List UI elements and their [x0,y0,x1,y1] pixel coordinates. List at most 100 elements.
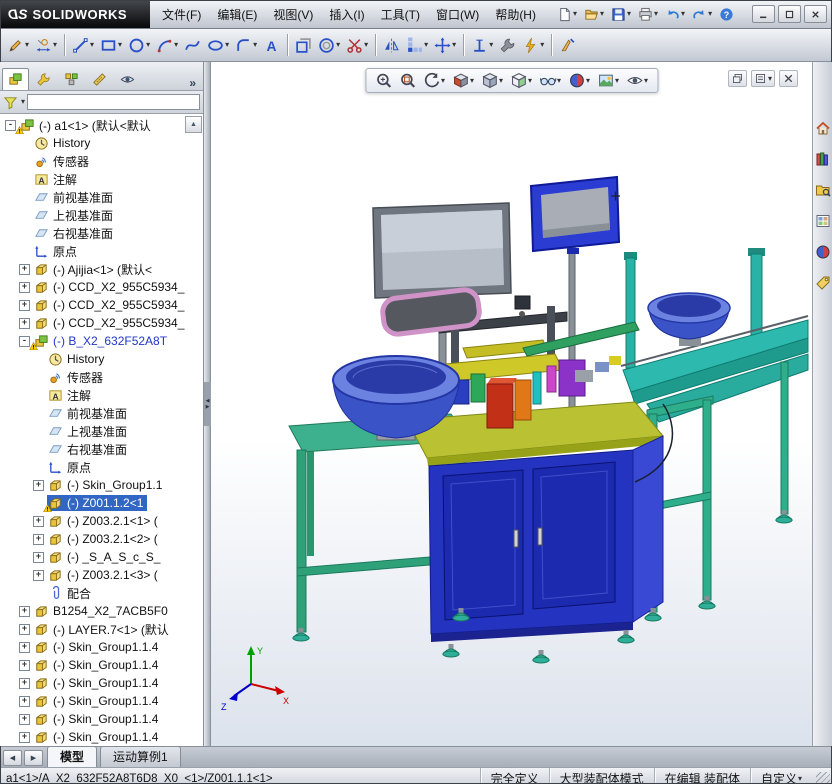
expand-toggle[interactable]: + [19,677,30,689]
expand-toggle[interactable]: + [19,281,30,293]
view-orientation-button[interactable]: ▾ [479,71,505,90]
expand-toggle[interactable]: + [19,713,30,725]
tree-item[interactable]: + (-) CCD_X2_955C5934_ [0,278,203,296]
tab-scroll-right-button[interactable]: ▶ [24,750,43,766]
line-button[interactable]: ▾ [69,31,97,59]
spline-button[interactable] [181,31,204,59]
move-entities-button[interactable]: ▾ [431,31,459,59]
expand-toggle[interactable]: + [19,695,30,707]
expand-toggle[interactable]: + [33,551,44,563]
tree-item[interactable]: + (-) CCD_X2_955C5934_ [0,296,203,314]
design-library-button[interactable] [815,151,831,170]
expand-toggle[interactable]: + [19,623,30,635]
convert-entities-button[interactable] [292,31,315,59]
tree-item[interactable]: + (-) Skin_Group1.1.4 [0,674,203,692]
rectangle-button[interactable]: ▾ [97,31,125,59]
help-button[interactable]: ? [716,2,737,26]
resources-home-button[interactable] [815,120,831,139]
tree-item[interactable]: 上视基准面 [0,422,203,440]
tree-item[interactable]: A 注解 [0,170,203,188]
expand-toggle[interactable]: + [19,659,30,671]
tree-item[interactable]: + (-) Skin_Group1.1.4 [0,728,203,746]
sketch-fillet-button[interactable]: ▾ [232,31,260,59]
tree-item[interactable]: + B1254_X2_7ACB5F0 [0,602,203,620]
splitter-handle-icon[interactable] [204,382,211,426]
menu-window[interactable]: 窗口(W) [428,3,487,26]
menu-edit[interactable]: 编辑(E) [209,3,265,26]
tree-item[interactable]: 原点 [0,242,203,260]
expand-toggle[interactable]: + [19,605,30,617]
filter-caret-icon[interactable]: ▾ [21,98,25,106]
trim-entities-button[interactable]: ▾ [343,31,371,59]
tree-item[interactable]: + (-) Z003.2.1<2> ( [0,530,203,548]
graphics-viewport[interactable]: ▾ ▾ ▾ ▾ ▾ ▾ ▾ ▾ ▾ Y X Z [211,62,812,746]
tree-item[interactable]: + (-) Skin_Group1.1.4 [0,710,203,728]
tree-item[interactable]: + (-) Z003.2.1<3> ( [0,566,203,584]
circle-button[interactable]: ▾ [125,31,153,59]
restore-document-button[interactable] [727,70,747,87]
tree-scroll-up-button[interactable]: ▲ [185,116,202,133]
edit-appearance-button[interactable]: ▾ [566,71,592,90]
tab-scroll-left-button[interactable]: ◀ [3,750,22,766]
tree-item[interactable]: - (-) a1<1> (默认<默认 [0,116,203,134]
close-document-button[interactable] [779,70,798,87]
hide-show-items-button[interactable]: ▾ [537,71,563,90]
model-main-cabinet[interactable] [406,401,664,642]
filter-funnel-icon[interactable] [3,95,18,110]
expand-toggle[interactable]: + [33,533,44,545]
custom-properties-button[interactable] [815,275,831,294]
tree-item[interactable]: + (-) Z003.2.1<1> ( [0,512,203,530]
panel-tab-displaymanager[interactable] [114,68,141,90]
print-button[interactable]: ▾ [635,2,661,26]
tree-item[interactable]: History [0,134,203,152]
maximize-button[interactable] [778,5,801,23]
display-style-button[interactable]: ▾ [508,71,534,90]
redo-button[interactable]: ▾ [689,2,715,26]
expand-toggle[interactable]: + [19,299,30,311]
appearances-button[interactable] [815,244,831,263]
mirror-entities-button[interactable] [380,31,403,59]
undo-button[interactable]: ▾ [662,2,688,26]
repair-sketch-button[interactable] [496,31,519,59]
panel-tab-dimxpertmanager[interactable] [86,68,113,90]
expand-toggle[interactable]: + [19,641,30,653]
file-explorer-button[interactable] [815,182,831,201]
expand-toggle[interactable]: + [19,317,30,329]
quick-snaps-button[interactable]: ▾ [519,31,547,59]
tree-item[interactable]: + (-) Ajijia<1> (默认< [0,260,203,278]
tree-item[interactable]: + (-) LAYER.7<1> (默认 [0,620,203,638]
tree-item[interactable]: + (-) Skin_Group1.1 [0,476,203,494]
minimize-button[interactable] [752,5,775,23]
save-button[interactable]: ▾ [608,2,634,26]
expand-toggle[interactable]: + [19,731,30,743]
document-menu-button[interactable]: ▾ [750,70,775,87]
tree-item[interactable]: 前视基准面 [0,404,203,422]
tree-item[interactable]: 前视基准面 [0,188,203,206]
tree-item[interactable]: 传感器 [0,152,203,170]
zoom-fit-button[interactable] [373,71,394,90]
previous-view-button[interactable]: ▾ [421,71,447,90]
tree-item[interactable]: 传感器 [0,368,203,386]
tree-item[interactable]: History [0,350,203,368]
tree-item[interactable]: + (-) Skin_Group1.1.4 [0,638,203,656]
close-button[interactable] [804,5,827,23]
tree-item[interactable]: 右视基准面 [0,224,203,242]
tree-item[interactable]: 配合 [0,584,203,602]
panel-tab-featuremanager[interactable] [2,68,29,90]
expand-toggle[interactable]: + [19,263,30,275]
model-right-bowl-feeder[interactable] [647,292,731,346]
resize-grip-icon[interactable] [816,771,830,784]
expand-toggle[interactable]: + [33,569,44,581]
smart-dimension-button[interactable]: ▾ [32,31,60,59]
arc-button[interactable]: ▾ [153,31,181,59]
assembly-model[interactable]: Y X Z [211,62,812,746]
section-view-button[interactable]: ▾ [450,71,476,90]
view-settings-button[interactable]: ▾ [624,71,650,90]
tree-item[interactable]: A 注解 [0,386,203,404]
apply-scene-button[interactable]: ▾ [595,71,621,90]
panel-tab-propertymanager[interactable] [30,68,57,90]
ellipse-button[interactable]: ▾ [204,31,232,59]
menu-insert[interactable]: 插入(I) [321,3,372,26]
zoom-area-button[interactable] [397,71,418,90]
tab-motion-study-1[interactable]: 运动算例1 [100,746,181,767]
